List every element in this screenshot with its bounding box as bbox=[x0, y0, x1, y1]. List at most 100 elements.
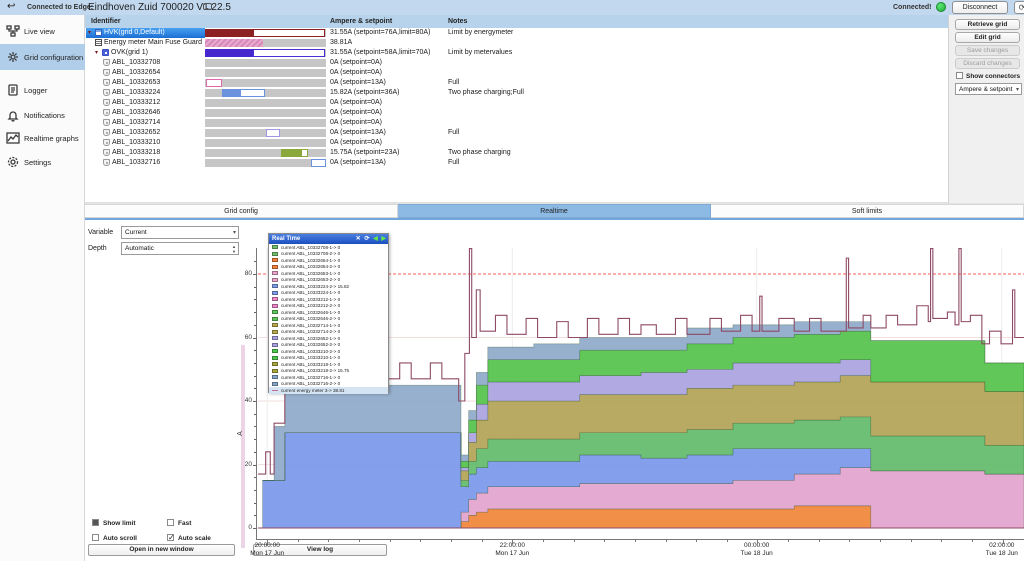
ampere-bar bbox=[205, 159, 326, 167]
tab-grid-config[interactable]: Grid config bbox=[85, 204, 398, 218]
gear-icon bbox=[6, 155, 20, 169]
row-label: ABL_10333224 bbox=[112, 89, 161, 96]
row-label: ABL_10333218 bbox=[112, 149, 161, 156]
row-ampere-value: 0A (setpoint=0A) bbox=[330, 139, 382, 146]
table-row[interactable]: ABL_10333224 15.82A (setpoint=36A) Two pha… bbox=[85, 88, 948, 98]
table-row[interactable]: ABL_10332716 0A (setpoint=13A) Full bbox=[85, 158, 948, 168]
table-row[interactable]: ABL_10332708 0A (setpoint=0A) bbox=[85, 58, 948, 68]
ampere-bar bbox=[205, 129, 326, 137]
row-label: ABL_10332716 bbox=[112, 159, 161, 166]
table-row[interactable]: ABL_10332654 0A (setpoint=0A) bbox=[85, 68, 948, 78]
connector-icon bbox=[103, 129, 110, 136]
row-label: ABL_10333212 bbox=[112, 99, 161, 106]
depth-spinner[interactable]: Automatic ▲ ▼ bbox=[121, 242, 239, 255]
grid-table: Identifier Ampere & setpoint Notes ▾ HVK(… bbox=[85, 15, 948, 203]
row-identifier: ABL_10332708 bbox=[103, 58, 160, 68]
disconnect-button[interactable]: Disconnect bbox=[952, 1, 1008, 14]
auto-scroll-checkbox[interactable] bbox=[92, 534, 99, 541]
sidebar-item-grid-configuration[interactable]: Grid configuration bbox=[0, 44, 85, 70]
legend-label: current ABL_10332652-2-> 0 bbox=[281, 342, 341, 348]
legend-label: current ABL_10333224-1-> 0 bbox=[281, 290, 341, 296]
legend-swatch bbox=[272, 245, 278, 250]
table-row[interactable]: ABL_10333210 0A (setpoint=0A) bbox=[85, 138, 948, 148]
ampere-bar bbox=[205, 39, 326, 47]
legend-item[interactable]: current energy meter 3-> 38.81 bbox=[269, 387, 388, 394]
expand-arrow-icon[interactable]: ▾ bbox=[88, 28, 95, 38]
retrieve-grid-button[interactable]: Retrieve grid bbox=[955, 19, 1020, 30]
sidebar-item-settings[interactable]: Settings bbox=[0, 149, 85, 175]
y-axis bbox=[256, 248, 257, 540]
table-row[interactable]: ABL_10332714 0A (setpoint=0A) bbox=[85, 118, 948, 128]
legend-window[interactable]: Real Time ✕ ⟳ ◀ ▶ current ABL_10332708-1… bbox=[268, 233, 389, 394]
variable-select[interactable]: Current ▾ bbox=[121, 226, 239, 239]
sidebar-item-realtime-graphs[interactable]: Realtime graphs bbox=[0, 125, 85, 151]
bar-segment bbox=[281, 149, 301, 157]
table-row[interactable]: ABL_10333218 15.75A (setpoint=23A) Two pha… bbox=[85, 148, 948, 158]
bar-segment bbox=[206, 79, 222, 87]
prev-icon[interactable]: ◀ bbox=[373, 236, 378, 242]
tab-soft-limits[interactable]: Soft limits bbox=[711, 204, 1024, 218]
bar-segment bbox=[221, 89, 241, 97]
table-row[interactable]: ABL_10332646 0A (setpoint=0A) bbox=[85, 108, 948, 118]
y-tick-label: 80 bbox=[244, 270, 252, 277]
row-label: ABL_10332646 bbox=[112, 109, 161, 116]
y-tick-label: 40 bbox=[244, 397, 252, 404]
table-row[interactable]: ▾ HVK(grid 0,Default) 31.55A (setpoint=76A… bbox=[85, 28, 948, 38]
auto-scale-checkbox[interactable] bbox=[167, 533, 175, 542]
refresh-icon[interactable]: ⟳ bbox=[364, 236, 369, 242]
row-ampere-value: 0A (setpoint=13A) bbox=[330, 129, 386, 136]
show-limit-checkbox[interactable] bbox=[92, 519, 99, 526]
y-minor-tick bbox=[254, 515, 256, 517]
legend-swatch bbox=[272, 303, 278, 308]
save-changes-button[interactable]: Save changes bbox=[955, 45, 1020, 56]
x-minor-tick bbox=[328, 540, 330, 542]
expand-arrow-icon[interactable]: ▾ bbox=[95, 48, 102, 58]
table-row[interactable]: ▾ OVK(grid 1) 31.55A (setpoint=58A,limit=7… bbox=[85, 48, 948, 58]
spin-down-icon[interactable]: ▼ bbox=[232, 250, 236, 254]
splitter-handle[interactable] bbox=[241, 345, 245, 548]
tab-realtime[interactable]: Realtime bbox=[398, 204, 711, 218]
logger-icon bbox=[6, 83, 20, 97]
x-minor-tick bbox=[910, 540, 912, 542]
meter-icon bbox=[95, 39, 102, 46]
legend-swatch bbox=[272, 316, 278, 321]
x-minor-tick bbox=[542, 540, 544, 542]
row-notes: Full bbox=[448, 79, 460, 86]
x-minor-tick bbox=[849, 540, 851, 542]
view-mode-select[interactable]: Ampere & setpoint ▾ bbox=[955, 83, 1022, 95]
ampere-bar bbox=[205, 49, 326, 57]
legend-title-bar[interactable]: Real Time ✕ ⟳ ◀ ▶ bbox=[269, 234, 388, 244]
connection-status-dot bbox=[936, 2, 946, 12]
table-row[interactable]: Energy meter Main Fuse Guard 38.81A bbox=[85, 38, 948, 48]
row-label: ABL_10332654 bbox=[112, 69, 161, 76]
ampere-bar bbox=[205, 79, 326, 87]
table-row[interactable]: ABL_10332652 0A (setpoint=13A) Full bbox=[85, 128, 948, 138]
x-tick-date: Tue 18 Jun bbox=[740, 550, 773, 557]
next-icon[interactable]: ▶ bbox=[381, 236, 386, 242]
table-row[interactable]: ABL_10333212 0A (setpoint=0A) bbox=[85, 98, 948, 108]
sidebar-item-logger[interactable]: Logger bbox=[0, 77, 85, 103]
open-new-window-button[interactable]: Open in new window bbox=[88, 544, 235, 556]
connector-icon bbox=[103, 149, 110, 156]
speech-bubble-icon[interactable] bbox=[203, 3, 212, 10]
connector-icon bbox=[103, 139, 110, 146]
legend-label: current ABL_10332714-1-> 0 bbox=[281, 322, 341, 328]
close-icon[interactable]: ✕ bbox=[356, 236, 361, 242]
row-label: ABL_10332653 bbox=[112, 79, 161, 86]
fast-checkbox[interactable] bbox=[167, 519, 174, 526]
legend-swatch bbox=[272, 264, 278, 269]
sync-icon[interactable]: ⟳ bbox=[1014, 1, 1024, 14]
depth-label: Depth bbox=[88, 245, 107, 252]
table-row[interactable]: ABL_10332653 0A (setpoint=13A) Full bbox=[85, 78, 948, 88]
y-minor-tick bbox=[254, 286, 256, 288]
row-label: HVK(grid 0,Default) bbox=[104, 29, 165, 36]
row-label: ABL_10332652 bbox=[112, 129, 161, 136]
legend-swatch bbox=[272, 271, 278, 276]
x-tick-time: 02:00:00 bbox=[989, 542, 1015, 549]
sidebar: Live view Grid configuration Logger Noti… bbox=[0, 15, 85, 561]
edit-grid-button[interactable]: Edit grid bbox=[955, 32, 1020, 43]
discard-changes-button[interactable]: Discard changes bbox=[955, 58, 1020, 69]
legend-label: current ABL_10332654-1-> 0 bbox=[281, 257, 341, 263]
show-connectors-checkbox[interactable] bbox=[956, 72, 963, 79]
sidebar-item-live-view[interactable]: Live view bbox=[0, 18, 85, 44]
